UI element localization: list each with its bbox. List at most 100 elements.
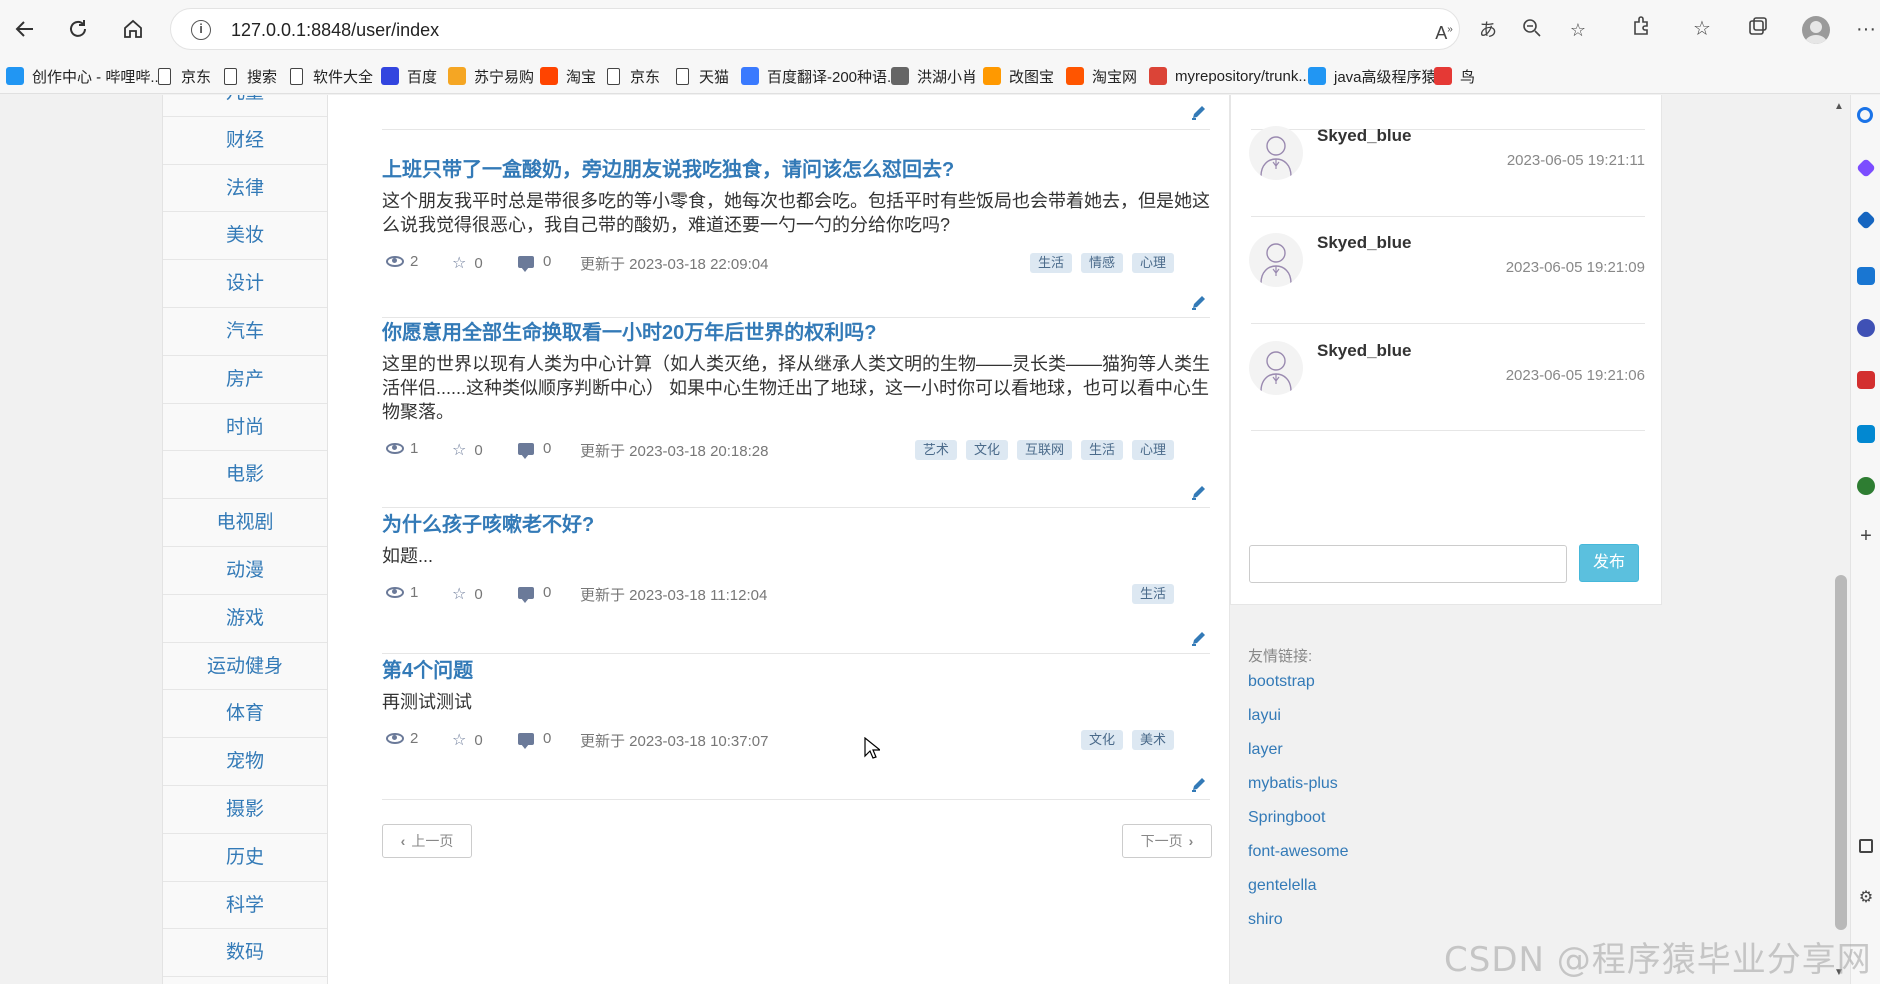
question-title-link[interactable]: 为什么孩子咳嗽老不好? <box>382 512 1210 538</box>
category-item[interactable]: 历史 <box>163 834 327 882</box>
comment-count[interactable]: 0 <box>518 730 551 749</box>
profile-avatar[interactable] <box>1802 16 1830 44</box>
category-item[interactable]: 宠物 <box>163 738 327 786</box>
address-url[interactable]: 127.0.0.1:8848/user/index <box>231 20 439 41</box>
star-count[interactable]: ☆ 0 <box>452 440 483 460</box>
bookmark-item[interactable]: 搜索 <box>224 64 277 88</box>
bookmark-item[interactable]: java高级程序猿 <box>1308 64 1437 88</box>
home-icon[interactable] <box>118 14 148 44</box>
edit-pencil-icon[interactable] <box>1190 293 1208 311</box>
message-input[interactable] <box>1249 545 1567 583</box>
outlook-icon[interactable] <box>1857 425 1875 443</box>
tag-badge[interactable]: 文化 <box>965 440 1008 460</box>
category-item[interactable]: 财经 <box>163 117 327 165</box>
zoom-out-icon[interactable] <box>1520 18 1544 42</box>
bookmark-item[interactable]: 百度 <box>381 64 437 88</box>
user-avatar[interactable] <box>1249 341 1303 395</box>
reload-icon[interactable] <box>63 14 93 44</box>
category-item[interactable]: 科学 <box>163 882 327 930</box>
category-item[interactable]: 电影 <box>163 451 327 500</box>
comment-count[interactable]: 0 <box>518 440 551 459</box>
edit-pencil-icon[interactable] <box>1190 483 1208 501</box>
next-page-button[interactable]: 下一页 › <box>1122 824 1212 858</box>
question-title-link[interactable]: 你愿意用全部生命换取看一小时20万年后世界的权利吗? <box>382 320 1210 346</box>
tag-badge[interactable]: 互联网 <box>1016 440 1072 460</box>
category-item[interactable]: 游戏 <box>163 595 327 643</box>
friend-link[interactable]: font-awesome <box>1248 843 1349 861</box>
bookmark-item[interactable]: 软件大全 <box>290 64 373 88</box>
address-bar[interactable]: i 127.0.0.1:8848/user/index <box>170 8 1460 50</box>
tag-badge[interactable]: 艺术 <box>914 440 957 460</box>
tag-badge[interactable]: 心理 <box>1131 440 1174 460</box>
friend-link[interactable]: mybatis-plus <box>1248 775 1338 793</box>
more-menu-icon[interactable]: ··· <box>1852 15 1880 43</box>
publish-button[interactable]: 发布 <box>1579 544 1639 582</box>
category-item[interactable]: 房产 <box>163 356 327 404</box>
category-item[interactable]: 体育 <box>163 690 327 739</box>
question-title-link[interactable]: 上班只带了一盒酸奶，旁边朋友说我吃独食，请问该怎么怼回去? <box>382 157 1210 183</box>
tag-badge[interactable]: 生活 <box>1080 440 1123 460</box>
bookmark-item[interactable]: 创作中心 - 哔哩哔... <box>6 64 163 88</box>
add-icon[interactable]: + <box>1857 526 1875 546</box>
bookmark-item[interactable]: 京东 <box>607 64 660 88</box>
bookmark-item[interactable]: 洪湖小肖 <box>891 64 977 88</box>
bookmark-item[interactable]: 改图宝 <box>983 64 1054 88</box>
scroll-up-icon[interactable]: ▲ <box>1834 101 1844 112</box>
category-item[interactable]: 儿童 <box>163 95 327 117</box>
category-item[interactable]: 运动健身 <box>163 643 327 691</box>
category-item[interactable]: 设计 <box>163 260 327 308</box>
office-icon[interactable] <box>1857 371 1875 389</box>
search-icon[interactable] <box>1857 107 1873 123</box>
question-title-link[interactable]: 第4个问题 <box>382 658 1210 684</box>
edit-pencil-icon[interactable] <box>1190 103 1208 126</box>
friend-link[interactable]: Springboot <box>1248 809 1325 827</box>
back-icon[interactable] <box>10 14 40 44</box>
site-info-icon[interactable]: i <box>191 20 211 40</box>
translate-icon[interactable]: あ <box>1476 18 1500 42</box>
sidebar-settings-icon[interactable] <box>1859 839 1873 853</box>
bookmark-item[interactable]: 淘宝 <box>540 64 596 88</box>
friend-link[interactable]: shiro <box>1248 911 1283 929</box>
comment-count[interactable]: 0 <box>518 253 551 272</box>
edit-pencil-icon[interactable] <box>1190 629 1208 647</box>
category-item[interactable]: 数码 <box>163 929 327 978</box>
people-icon[interactable] <box>1857 319 1875 337</box>
category-item[interactable]: 法律 <box>163 165 327 213</box>
user-avatar[interactable] <box>1249 126 1303 180</box>
bookmark-item[interactable]: 百度翻译-200种语... <box>741 64 900 88</box>
star-count[interactable]: ☆ 0 <box>452 253 483 273</box>
add-favorite-icon[interactable]: ☆ <box>1566 18 1590 42</box>
friend-link[interactable]: bootstrap <box>1248 673 1315 691</box>
bookmark-item[interactable]: 京东 <box>158 64 211 88</box>
category-item[interactable]: 美妆 <box>163 212 327 261</box>
prev-page-button[interactable]: ‹ 上一页 <box>382 824 472 858</box>
friend-link[interactable]: gentelella <box>1248 877 1317 895</box>
settings-gear-icon[interactable]: ⚙ <box>1857 889 1875 907</box>
tag-badge[interactable]: 生活 <box>1131 584 1174 604</box>
tag-badge[interactable]: 文化 <box>1080 730 1123 750</box>
category-item[interactable]: 电视剧 <box>163 499 327 547</box>
scroll-thumb[interactable] <box>1835 575 1847 930</box>
user-avatar[interactable] <box>1249 233 1303 287</box>
tools-icon[interactable] <box>1857 267 1875 285</box>
bookmark-item[interactable]: 淘宝网 <box>1066 64 1137 88</box>
edit-pencil-icon[interactable] <box>1190 775 1208 793</box>
bookmark-item[interactable]: 天猫 <box>676 64 729 88</box>
star-count[interactable]: ☆ 0 <box>452 730 483 750</box>
bookmark-item[interactable]: 鸟 <box>1434 64 1475 88</box>
page-scrollbar[interactable]: ▲ ▼ <box>1830 95 1850 984</box>
tag-badge[interactable]: 美术 <box>1131 730 1174 750</box>
drop-icon[interactable] <box>1857 477 1875 495</box>
category-item[interactable]: 摄影 <box>163 786 327 834</box>
category-item[interactable]: 动漫 <box>163 547 327 595</box>
shopping-icon[interactable] <box>1856 210 1876 230</box>
read-aloud-icon[interactable]: A» <box>1432 18 1456 43</box>
collections-icon[interactable] <box>1744 15 1772 43</box>
bookmark-item[interactable]: 苏宁易购 <box>448 64 534 88</box>
friend-link[interactable]: layer <box>1248 741 1283 759</box>
copilot-icon[interactable] <box>1856 158 1876 178</box>
star-count[interactable]: ☆ 0 <box>452 584 483 604</box>
extensions-icon[interactable] <box>1628 15 1656 43</box>
tag-badge[interactable]: 心理 <box>1131 253 1174 273</box>
comment-count[interactable]: 0 <box>518 584 551 603</box>
